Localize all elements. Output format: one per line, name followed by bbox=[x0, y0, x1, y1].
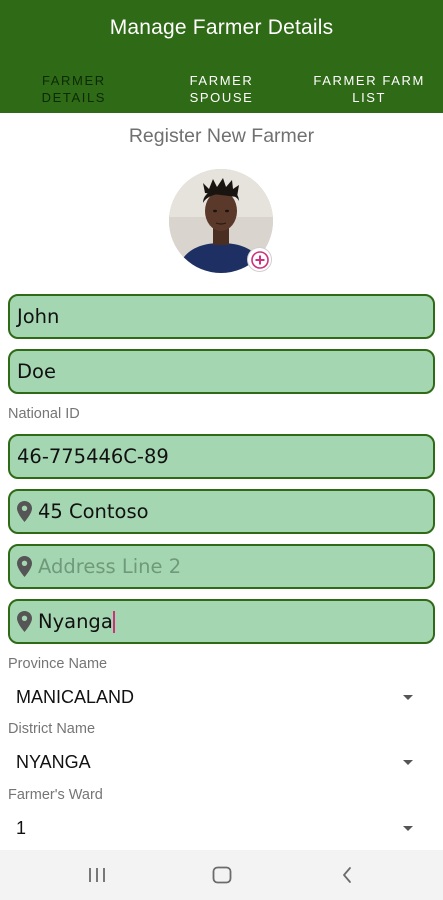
address-line-1-value: 45 Contoso bbox=[38, 500, 149, 523]
national-id-label: National ID bbox=[8, 406, 80, 422]
last-name-value: Doe bbox=[17, 360, 56, 383]
recent-apps-icon bbox=[89, 868, 105, 882]
tab-label: FARMER FARM LIST bbox=[313, 73, 425, 105]
plus-circle-icon bbox=[250, 250, 269, 269]
city-value: Nyanga bbox=[38, 610, 113, 633]
province-label: Province Name bbox=[8, 656, 108, 672]
tab-farmer-farm-list[interactable]: FARMER FARM LIST bbox=[295, 70, 443, 113]
last-name-field[interactable]: Doe bbox=[8, 349, 435, 394]
national-id-field[interactable]: 46-775446C-89 bbox=[8, 434, 435, 479]
district-select[interactable]: NYANGA bbox=[8, 745, 428, 779]
section-title: Register New Farmer bbox=[128, 125, 315, 147]
back-icon bbox=[343, 867, 351, 883]
map-pin-icon bbox=[17, 556, 32, 577]
ward-label: Farmer's Ward bbox=[8, 787, 103, 803]
profile-photo[interactable] bbox=[169, 169, 273, 273]
first-name-value: John bbox=[17, 305, 60, 328]
home-button[interactable] bbox=[182, 850, 262, 900]
caret-down-icon bbox=[403, 825, 413, 831]
map-pin-icon bbox=[17, 501, 32, 522]
tab-label: FARMER DETAILS bbox=[41, 73, 107, 105]
app-header: Manage Farmer Details FARMER DETAILS FAR… bbox=[0, 0, 443, 113]
recent-apps-button[interactable] bbox=[57, 850, 137, 900]
national-id-value: 46-775446C-89 bbox=[17, 445, 169, 468]
ward-select[interactable]: 1 bbox=[8, 811, 428, 845]
system-nav-bar bbox=[0, 850, 443, 900]
tab-farmer-spouse[interactable]: FARMER SPOUSE bbox=[148, 70, 296, 113]
city-field[interactable]: Nyanga bbox=[8, 599, 435, 644]
district-label: District Name bbox=[8, 721, 96, 737]
caret-down-icon bbox=[403, 759, 413, 765]
address-line-2-placeholder: Address Line 2 bbox=[38, 555, 182, 578]
text-cursor bbox=[112, 610, 115, 633]
district-value: NYANGA bbox=[16, 751, 91, 772]
caret-down-icon bbox=[403, 694, 413, 700]
address-line-1-field[interactable]: 45 Contoso bbox=[8, 489, 435, 534]
tab-label: FARMER SPOUSE bbox=[189, 73, 254, 105]
province-select[interactable]: MANICALAND bbox=[8, 680, 428, 714]
tab-farmer-details[interactable]: FARMER DETAILS bbox=[0, 70, 148, 113]
tab-bar: FARMER DETAILS FARMER SPOUSE FARMER FARM… bbox=[0, 70, 443, 113]
home-icon bbox=[212, 866, 232, 884]
back-button[interactable] bbox=[307, 850, 387, 900]
ward-value: 1 bbox=[16, 817, 27, 838]
address-line-2-field[interactable]: Address Line 2 bbox=[8, 544, 435, 589]
province-value: MANICALAND bbox=[16, 686, 135, 707]
add-photo-button[interactable] bbox=[247, 247, 272, 272]
map-pin-icon bbox=[17, 611, 32, 632]
page-title: Manage Farmer Details bbox=[109, 16, 334, 39]
first-name-field[interactable]: John bbox=[8, 294, 435, 339]
